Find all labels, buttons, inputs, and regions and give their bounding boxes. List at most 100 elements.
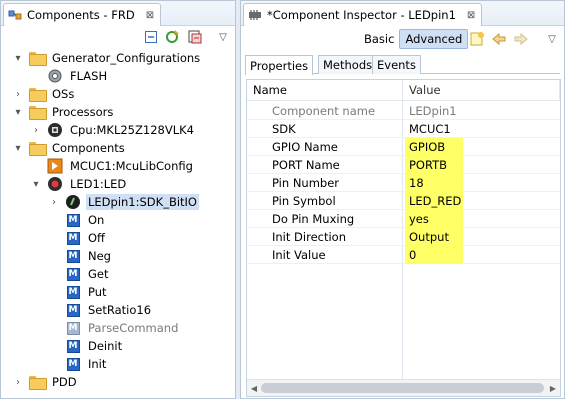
property-value[interactable]: LED_RED [405,192,463,210]
collapsed-chevron-icon[interactable]: › [13,89,23,100]
folder-icon [29,104,47,120]
inspector-tabs: Properties Methods Events [245,55,560,75]
tree-item-label: FLASH [70,69,108,83]
expanded-chevron-icon[interactable]: ▾ [13,53,23,64]
property-value[interactable]: 0 [405,246,463,264]
property-row[interactable]: Do Pin Muxing yes [247,210,560,228]
tree-item-label: Put [88,285,107,299]
tree-item-label: PDD [52,375,77,389]
property-value[interactable]: 18 [405,174,463,192]
tab-properties[interactable]: Properties [245,55,314,75]
inspector-view-tab[interactable]: *Component Inspector - LEDpin1 ⊠ [243,3,483,26]
close-icon[interactable]: ⊠ [467,10,475,21]
tree-item[interactable]: M Init [49,355,108,373]
folder-icon [29,50,47,66]
tree-item[interactable]: M ParseCommand [49,319,180,337]
property-row[interactable]: Pin Number 18 [247,174,560,192]
tree-item-label: OSs [52,87,75,101]
method-icon: M [65,284,81,300]
inspector-mode-switch: Basic Advanced [359,29,469,49]
components-view: Components - FRD ⊠ ▽ ▾ Generator_Configur… [0,0,236,399]
led-icon [47,176,63,192]
property-row[interactable]: Init Value 0 [247,246,560,264]
property-row[interactable]: Init Direction Output [247,228,560,246]
folder-icon [29,374,47,390]
tree-item[interactable]: M SetRatio16 [49,301,153,319]
expanded-chevron-icon[interactable]: ▾ [13,143,23,154]
properties-table: Name Value Component name LEDpin1 SDK MCUC1… [246,79,561,397]
components-toolbar: ▽ [1,26,235,48]
property-name: PORT Name [272,158,340,172]
tree-item[interactable]: FLASH [31,67,109,85]
property-name: SDK [272,122,296,136]
property-row[interactable]: SDK MCUC1 [247,120,560,138]
property-value[interactable]: LEDpin1 [405,102,463,120]
help-note-icon[interactable] [469,31,485,47]
tree-item[interactable]: › OSs [13,85,76,103]
property-value[interactable]: Output [405,228,463,246]
tree-item[interactable]: ▾ Components [13,139,127,157]
inspector-menu-icon[interactable]: ▽ [544,31,560,47]
tree-item-label: MCUC1:McuLibConfig [70,159,193,173]
collapse-all-icon[interactable] [143,29,159,45]
refresh-icon[interactable] [164,29,180,45]
method-icon: M [65,248,81,264]
scroll-left-icon[interactable]: ◀ [248,382,260,394]
property-row[interactable]: Pin Symbol LED_RED [247,192,560,210]
tree-item[interactable]: M On [49,211,106,229]
tree-item[interactable]: ▾ LED1:LED [31,175,128,193]
property-value[interactable]: yes [405,210,463,228]
expanded-chevron-icon[interactable]: ▾ [13,107,23,118]
method-icon: M [65,356,81,372]
tree-item[interactable]: ▾ Generator_Configurations [13,49,202,67]
property-name: Component name [272,104,376,118]
expanded-chevron-icon[interactable]: ▾ [31,179,41,190]
tree-item[interactable]: MCUC1:McuLibConfig [31,157,195,175]
advanced-mode-button[interactable]: Advanced [399,29,469,49]
scroll-right-icon[interactable]: ▶ [547,382,559,394]
property-value[interactable]: PORTB [405,156,463,174]
method-disabled-icon: M [65,320,81,336]
property-row[interactable]: Component name LEDpin1 [247,102,560,120]
tree-item-label: Get [88,267,109,281]
tree-item-label: Components [52,141,125,155]
value-column-header[interactable]: Value [403,80,560,101]
inspector-view-title: *Component Inspector - LEDpin1 [267,8,456,22]
tree-item[interactable]: › PDD [13,373,79,391]
tree-item[interactable]: ▾ Processors [13,103,115,121]
property-name: Pin Symbol [272,194,336,208]
view-menu-icon[interactable]: ▽ [215,29,231,45]
back-arrow-icon[interactable] [491,31,507,47]
tree-item[interactable]: M Off [49,229,107,247]
scrollbar-thumb[interactable] [261,383,544,393]
inspector-view-icon [248,8,262,22]
name-column-header[interactable]: Name [247,80,403,101]
collapsed-chevron-icon[interactable]: › [13,377,23,388]
basic-mode-button[interactable]: Basic [359,29,399,49]
tree-item[interactable]: › Cpu:MKL25Z128VLK4 [31,121,196,139]
component-icon [47,158,63,174]
tree-item[interactable]: M Deinit [49,337,124,355]
component-library-icon[interactable] [187,29,203,45]
tree-item[interactable]: M Put [49,283,109,301]
property-value[interactable]: GPIOB [405,138,463,156]
tree-item[interactable]: M Get [49,265,111,283]
tree-item[interactable]: › LEDpin1:SDK_BitIO [49,193,199,211]
property-row[interactable]: GPIO Name GPIOB [247,138,560,156]
collapsed-chevron-icon[interactable]: › [31,125,41,136]
folder-icon [29,140,47,156]
folder-icon [29,86,47,102]
component-inspector-view: *Component Inspector - LEDpin1 ⊠ Basic A… [240,0,565,399]
tab-events[interactable]: Events [372,55,421,74]
property-value[interactable]: MCUC1 [405,120,463,138]
tree-item[interactable]: M Neg [49,247,113,265]
method-icon: M [65,302,81,318]
collapsed-chevron-icon[interactable]: › [49,197,59,208]
forward-arrow-icon[interactable] [513,31,529,47]
close-icon[interactable]: ⊠ [146,10,154,21]
property-row[interactable]: PORT Name PORTB [247,156,560,174]
components-view-tab[interactable]: Components - FRD ⊠ [3,3,162,26]
horizontal-scrollbar[interactable]: ◀ ▶ [247,379,560,396]
tab-methods[interactable]: Methods [318,55,378,74]
tree-item-label: Init [88,357,107,371]
